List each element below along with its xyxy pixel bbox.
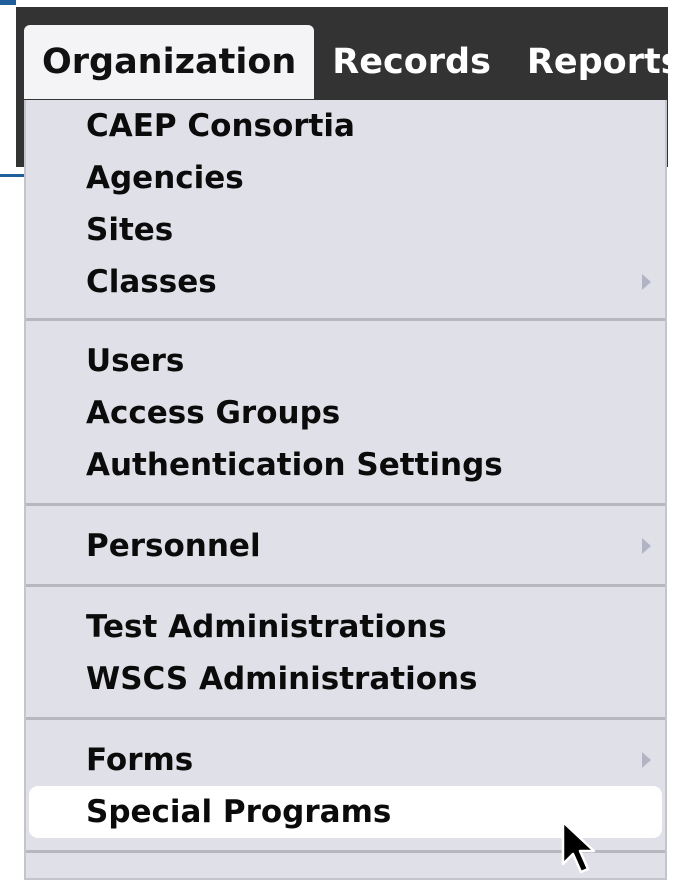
top-navigation: Organization Records Reports bbox=[24, 24, 676, 100]
page-accent-rule bbox=[0, 174, 24, 177]
menu-item-sites[interactable]: Sites bbox=[26, 204, 665, 256]
header-accent-line bbox=[0, 0, 16, 5]
menu-item-label: Agencies bbox=[86, 160, 244, 196]
menu-item-label: CAEP Consortia bbox=[86, 108, 355, 144]
menu-item-label: Forms bbox=[86, 742, 194, 778]
organization-dropdown-menu: CAEP Consortia Agencies Sites Classes Us… bbox=[24, 100, 667, 880]
menu-group-personnel: Personnel bbox=[26, 520, 665, 572]
menu-item-wscs-administrations[interactable]: WSCS Administrations bbox=[26, 653, 665, 705]
menu-item-users[interactable]: Users bbox=[26, 335, 665, 387]
menu-divider bbox=[26, 503, 665, 506]
menu-group-users: Users Access Groups Authentication Setti… bbox=[26, 335, 665, 491]
menu-item-authentication-settings[interactable]: Authentication Settings bbox=[26, 439, 665, 491]
nav-tab-records[interactable]: Records bbox=[314, 25, 509, 99]
menu-item-label: Test Administrations bbox=[86, 609, 447, 645]
menu-item-agencies[interactable]: Agencies bbox=[26, 152, 665, 204]
menu-divider bbox=[26, 584, 665, 587]
submenu-arrow-icon bbox=[642, 274, 651, 290]
nav-tab-organization[interactable]: Organization bbox=[24, 25, 315, 99]
menu-divider bbox=[26, 318, 665, 321]
mouse-pointer-icon bbox=[561, 820, 596, 874]
menu-item-label: Special Programs bbox=[86, 794, 392, 830]
menu-item-test-administrations[interactable]: Test Administrations bbox=[26, 601, 665, 653]
menu-item-label: Access Groups bbox=[86, 395, 341, 431]
menu-divider bbox=[26, 717, 665, 720]
menu-item-label: WSCS Administrations bbox=[86, 661, 478, 697]
menu-group-organization: CAEP Consortia Agencies Sites Classes bbox=[26, 100, 665, 308]
menu-item-label: Classes bbox=[86, 264, 217, 300]
menu-item-personnel[interactable]: Personnel bbox=[26, 520, 665, 572]
nav-tab-reports[interactable]: Reports bbox=[509, 25, 676, 99]
submenu-arrow-icon bbox=[642, 538, 651, 554]
menu-item-forms[interactable]: Forms bbox=[26, 734, 665, 786]
menu-group-administrations: Test Administrations WSCS Administration… bbox=[26, 601, 665, 705]
menu-item-access-groups[interactable]: Access Groups bbox=[26, 387, 665, 439]
menu-item-label: Users bbox=[86, 343, 185, 379]
menu-item-label: Personnel bbox=[86, 528, 261, 564]
menu-item-caep-consortia[interactable]: CAEP Consortia bbox=[26, 100, 665, 152]
menu-item-label: Sites bbox=[86, 212, 174, 248]
menu-item-label: Authentication Settings bbox=[86, 447, 503, 483]
submenu-arrow-icon bbox=[642, 752, 651, 768]
menu-item-classes[interactable]: Classes bbox=[26, 256, 665, 308]
